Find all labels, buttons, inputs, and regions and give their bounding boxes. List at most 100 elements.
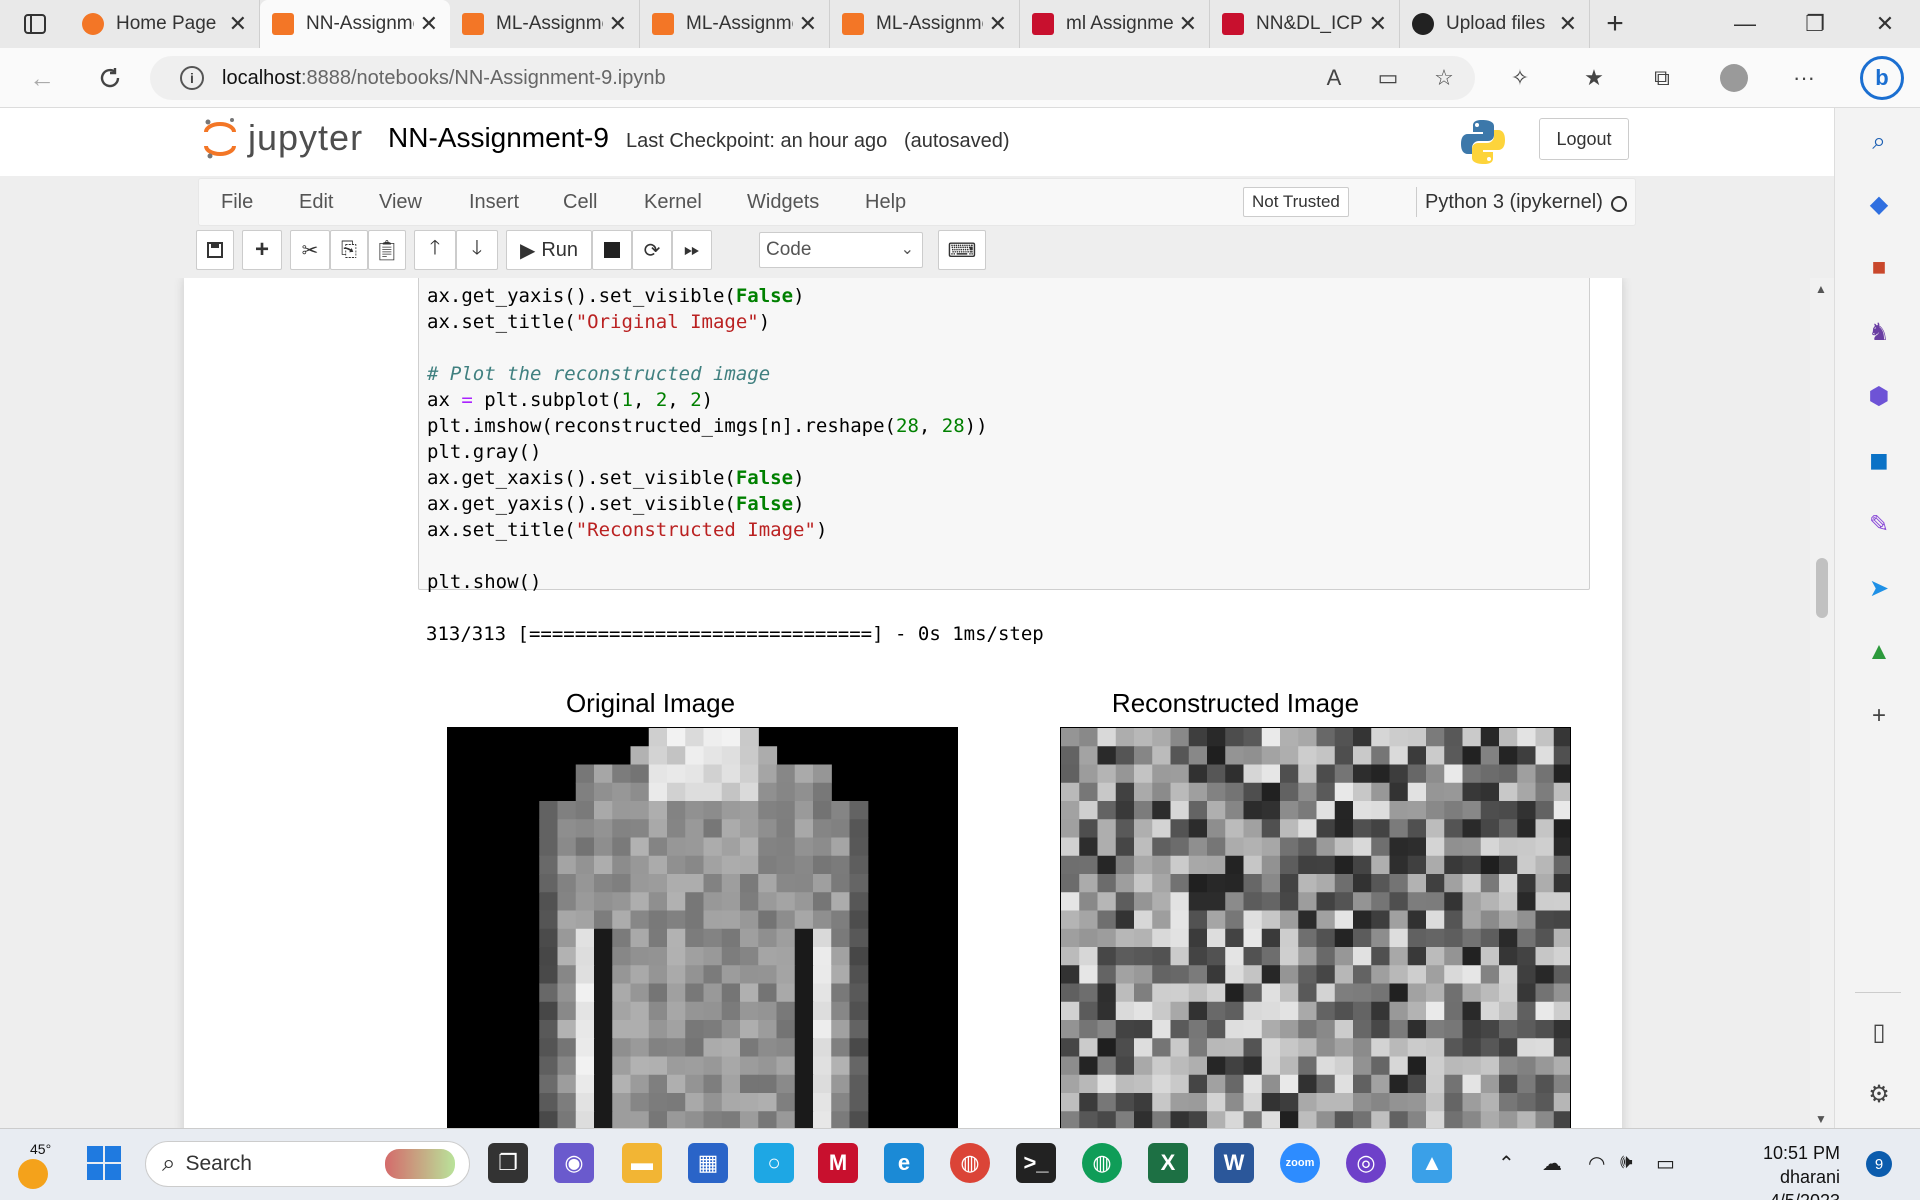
cell-type-select[interactable]: Code ⌄	[759, 232, 923, 268]
hide-sidebar-icon[interactable]: ▯	[1863, 1016, 1895, 1048]
code-editor[interactable]: ax.get_yaxis().set_visible(False) ax.set…	[419, 278, 1589, 595]
chrome-profile-icon[interactable]: ◍	[950, 1143, 990, 1183]
onedrive-icon[interactable]: ☁	[1542, 1151, 1562, 1176]
scrollbar-thumb[interactable]	[1816, 558, 1828, 618]
menu-help[interactable]: Help	[865, 191, 906, 214]
teams-chat-icon[interactable]: ◉	[554, 1143, 594, 1183]
notebook-name[interactable]: NN-Assignment-9	[388, 122, 609, 154]
edge-browser-icon[interactable]: e	[884, 1143, 924, 1183]
move-up-button[interactable]: 🡑	[414, 230, 456, 270]
extensions-icon[interactable]: ✧	[1504, 62, 1536, 94]
browser-tab[interactable]: ML-Assignment ✕	[640, 0, 830, 48]
menu-widgets[interactable]: Widgets	[747, 191, 819, 214]
tab-actions-menu[interactable]	[0, 0, 70, 48]
excel-icon[interactable]: X	[1148, 1143, 1188, 1183]
favorites-icon[interactable]: ★	[1578, 62, 1610, 94]
file-explorer-icon[interactable]: ▬	[622, 1143, 662, 1183]
command-palette-button[interactable]: ⌨	[938, 230, 986, 270]
copy-button[interactable]: ⎘	[330, 230, 368, 270]
scroll-down-arrow-icon[interactable]: ▼	[1815, 1112, 1827, 1126]
add-favorite-icon[interactable]: ☆	[1428, 62, 1460, 94]
trust-indicator[interactable]: Not Trusted	[1243, 187, 1349, 217]
close-window-button[interactable]: ✕	[1850, 0, 1920, 48]
url-bar[interactable]: i localhost:8888/notebooks/NN-Assignment…	[150, 56, 1475, 100]
task-view-icon[interactable]: ❐	[488, 1143, 528, 1183]
battery-icon[interactable]: ▭	[1656, 1151, 1675, 1176]
search-icon[interactable]: ⌕	[1863, 126, 1895, 158]
add-sidebar-item-icon[interactable]: +	[1863, 700, 1895, 732]
profile-avatar[interactable]	[1718, 62, 1750, 94]
insert-cell-button[interactable]: +	[242, 230, 282, 270]
close-tab-icon[interactable]: ✕	[799, 11, 817, 37]
jupyter-logo[interactable]: jupyter	[202, 116, 363, 160]
read-aloud-icon[interactable]: A	[1318, 62, 1350, 94]
cut-button[interactable]: ✂	[290, 230, 330, 270]
close-tab-icon[interactable]: ✕	[1179, 11, 1197, 37]
close-tab-icon[interactable]: ✕	[420, 11, 438, 37]
word-icon[interactable]: W	[1214, 1143, 1254, 1183]
browser-tab[interactable]: ml Assignment ✕	[1020, 0, 1210, 48]
tree-icon[interactable]: ▲	[1863, 636, 1895, 668]
designer-icon[interactable]: ✎	[1863, 508, 1895, 540]
menu-insert[interactable]: Insert	[469, 191, 519, 214]
terminal-icon[interactable]: >_	[1016, 1143, 1056, 1183]
close-tab-icon[interactable]: ✕	[989, 11, 1007, 37]
shopping-tag-icon[interactable]: ◆	[1863, 188, 1895, 220]
move-down-button[interactable]: 🡓	[456, 230, 498, 270]
close-tab-icon[interactable]: ✕	[1369, 11, 1387, 37]
browser-tab[interactable]: ML-Assignment ✕	[830, 0, 1020, 48]
weather-widget[interactable]: 45°	[14, 1141, 64, 1189]
collections-icon[interactable]: ⧉	[1646, 62, 1678, 94]
new-tab-button[interactable]: +	[1590, 0, 1640, 48]
outlook-icon[interactable]: ◼	[1863, 444, 1895, 476]
restart-button[interactable]: ⟳	[632, 230, 672, 270]
microsoft365-icon[interactable]: ⬢	[1863, 380, 1895, 412]
restore-button[interactable]: ❐	[1780, 0, 1850, 48]
paste-button[interactable]: 📋︎	[368, 230, 406, 270]
menu-cell[interactable]: Cell	[563, 191, 597, 214]
zoom-icon[interactable]: zoom	[1280, 1143, 1320, 1183]
immersive-reader-icon[interactable]: ▭	[1372, 62, 1404, 94]
browser-tab[interactable]: ML-Assignment ✕	[450, 0, 640, 48]
browser-tab[interactable]: Home Page ✕	[70, 0, 260, 48]
page-scrollbar[interactable]: ▲ ▼	[1810, 278, 1834, 1128]
sidebar-settings-icon[interactable]: ⚙	[1863, 1078, 1895, 1110]
site-info-icon[interactable]: i	[180, 66, 204, 90]
logout-button[interactable]: Logout	[1539, 118, 1629, 160]
browser-tab[interactable]: Upload files ✕	[1400, 0, 1590, 48]
tools-briefcase-icon[interactable]: ■	[1863, 252, 1895, 284]
refresh-button[interactable]	[90, 58, 130, 98]
menu-view[interactable]: View	[379, 191, 422, 214]
cortana-icon[interactable]: ○	[754, 1143, 794, 1183]
chrome-icon[interactable]: ◍	[1082, 1143, 1122, 1183]
games-icon[interactable]: ♞	[1863, 316, 1895, 348]
github-desktop-icon[interactable]: ◎	[1346, 1143, 1386, 1183]
browser-tab[interactable]: NN-Assignment-9 ✕	[260, 0, 450, 48]
back-button[interactable]: ←	[22, 58, 62, 98]
wifi-icon[interactable]: ◠	[1588, 1151, 1605, 1176]
taskbar-search[interactable]: ⌕ Search	[145, 1141, 470, 1187]
interrupt-button[interactable]	[592, 230, 632, 270]
send-icon[interactable]: ➤	[1863, 572, 1895, 604]
taskbar-clock[interactable]: 10:51 PM dharani 4/5/2023	[1700, 1141, 1840, 1200]
restart-run-all-button[interactable]: ⏩︎	[672, 230, 712, 270]
show-hidden-icons-icon[interactable]: ⌃	[1498, 1151, 1515, 1176]
photos-icon[interactable]: ▲	[1412, 1143, 1452, 1183]
store-icon[interactable]: ▦	[688, 1143, 728, 1183]
mcafee-icon[interactable]: M	[818, 1143, 858, 1183]
browser-tab[interactable]: NN&DL_ICP ✕	[1210, 0, 1400, 48]
minimize-button[interactable]: —	[1710, 0, 1780, 48]
save-button[interactable]	[196, 230, 234, 270]
menu-file[interactable]: File	[221, 191, 253, 214]
notification-badge[interactable]: 9	[1866, 1151, 1892, 1177]
scroll-up-arrow-icon[interactable]: ▲	[1815, 282, 1827, 296]
close-tab-icon[interactable]: ✕	[1559, 11, 1577, 37]
menu-edit[interactable]: Edit	[299, 191, 333, 214]
run-button[interactable]: ▶ Run	[506, 230, 592, 270]
start-button[interactable]	[84, 1143, 124, 1183]
bing-chat-icon[interactable]: b	[1860, 56, 1904, 100]
menu-kernel[interactable]: Kernel	[644, 191, 702, 214]
volume-icon[interactable]: 🕪︎	[1620, 1151, 1633, 1174]
code-cell[interactable]: ax.get_yaxis().set_visible(False) ax.set…	[418, 278, 1590, 593]
close-tab-icon[interactable]: ✕	[229, 11, 247, 37]
